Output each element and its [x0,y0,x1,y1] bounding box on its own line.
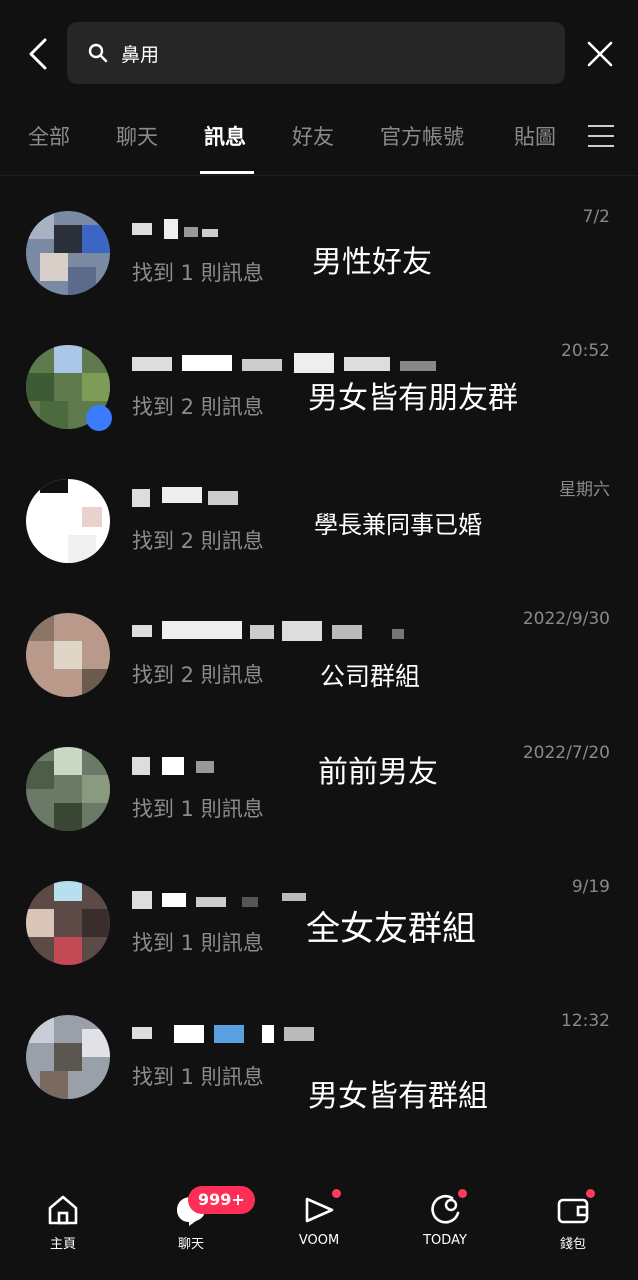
tab-all[interactable]: 全部 [28,121,70,151]
match-count: 找到 1 則訊息 [132,797,264,821]
timestamp: 2022/7/20 [522,743,610,763]
tab-messages[interactable]: 訊息 [204,121,246,151]
avatar [26,479,110,563]
nav-wallet[interactable]: 錢包 [528,1189,618,1252]
nav-voom-label: VOOM [298,1233,340,1248]
pixelated-name [132,755,222,785]
list-item[interactable]: 找到 2 則訊息 20:52 男女皆有朋友群 [0,319,638,453]
avatar [26,613,110,697]
timestamp: 9/19 [571,877,610,897]
timestamp: 20:52 [561,341,610,361]
match-count: 找到 2 則訊息 [132,529,264,553]
annotation-text: 男性好友 [312,245,432,280]
nav-today-label: TODAY [423,1233,467,1248]
voom-icon [302,1189,341,1227]
tab-chats[interactable]: 聊天 [116,121,158,151]
avatar [26,881,110,965]
menu-icon[interactable] [588,123,614,149]
nav-home-label: 主頁 [49,1237,76,1252]
pixelated-name [132,621,412,651]
timestamp: 星期六 [559,480,610,500]
today-icon [428,1189,467,1227]
annotation-text: 前前男友 [318,755,438,790]
group-icon [86,405,112,431]
list-item[interactable]: 找到 1 則訊息 12:32 男女皆有群組 [0,989,638,1123]
active-tab-indicator [200,171,254,174]
top-bar [0,0,638,105]
match-count: 找到 1 則訊息 [132,931,264,955]
pixelated-name [132,1023,342,1053]
search-input[interactable] [119,41,523,65]
category-tabs: 全部 聊天 訊息 好友 官方帳號 貼圖 [0,105,638,176]
nav-chat-label: 聊天 [177,1237,204,1252]
annotation-text: 全女友群組 [306,909,476,949]
pixelated-name [132,889,312,919]
voom-notification-dot [332,1189,341,1198]
back-icon[interactable] [18,32,58,76]
search-field[interactable] [67,22,565,84]
tab-stickers[interactable]: 貼圖 [514,121,556,151]
avatar [26,747,110,831]
bottom-navigation: 主頁 聊天 VOOM TODAY 錢包 [0,1175,638,1280]
annotation-text: 公司群組 [320,662,421,691]
annotation-text: 男女皆有朋友群 [308,381,518,416]
list-item[interactable]: 找到 1 則訊息 7/2 男性好友 [0,185,638,319]
list-item[interactable]: 找到 1 則訊息 9/19 全女友群組 [0,855,638,989]
pixelated-name [132,487,242,517]
nav-voom[interactable]: VOOM [274,1189,364,1248]
annotation-text: 學長兼同事已婚 [314,511,482,539]
match-count: 找到 1 則訊息 [132,1065,264,1089]
tab-friends[interactable]: 好友 [292,121,334,151]
match-count: 找到 2 則訊息 [132,395,264,419]
search-icon [87,42,109,64]
close-icon[interactable] [580,34,620,74]
today-notification-dot [458,1189,467,1198]
annotation-text: 男女皆有群組 [308,1079,488,1114]
match-count: 找到 2 則訊息 [132,663,264,687]
timestamp: 7/2 [582,207,610,227]
nav-wallet-label: 錢包 [559,1237,586,1252]
pixelated-name [132,219,222,249]
home-icon [46,1193,80,1227]
avatar [26,211,110,295]
list-item[interactable]: 找到 1 則訊息 2022/7/20 前前男友 [0,721,638,855]
timestamp: 12:32 [561,1011,610,1031]
avatar [26,1015,110,1099]
wallet-icon [556,1189,595,1227]
timestamp: 2022/9/30 [522,609,610,629]
nav-today[interactable]: TODAY [400,1189,490,1248]
nav-home[interactable]: 主頁 [18,1193,108,1252]
list-item[interactable]: 找到 2 則訊息 2022/9/30 公司群組 [0,587,638,721]
wallet-notification-dot [586,1189,595,1198]
chat-unread-badge: 999+ [188,1186,255,1214]
match-count: 找到 1 則訊息 [132,261,264,285]
tab-official-accounts[interactable]: 官方帳號 [380,121,464,151]
list-item[interactable]: 找到 2 則訊息 星期六 學長兼同事已婚 [0,453,638,587]
